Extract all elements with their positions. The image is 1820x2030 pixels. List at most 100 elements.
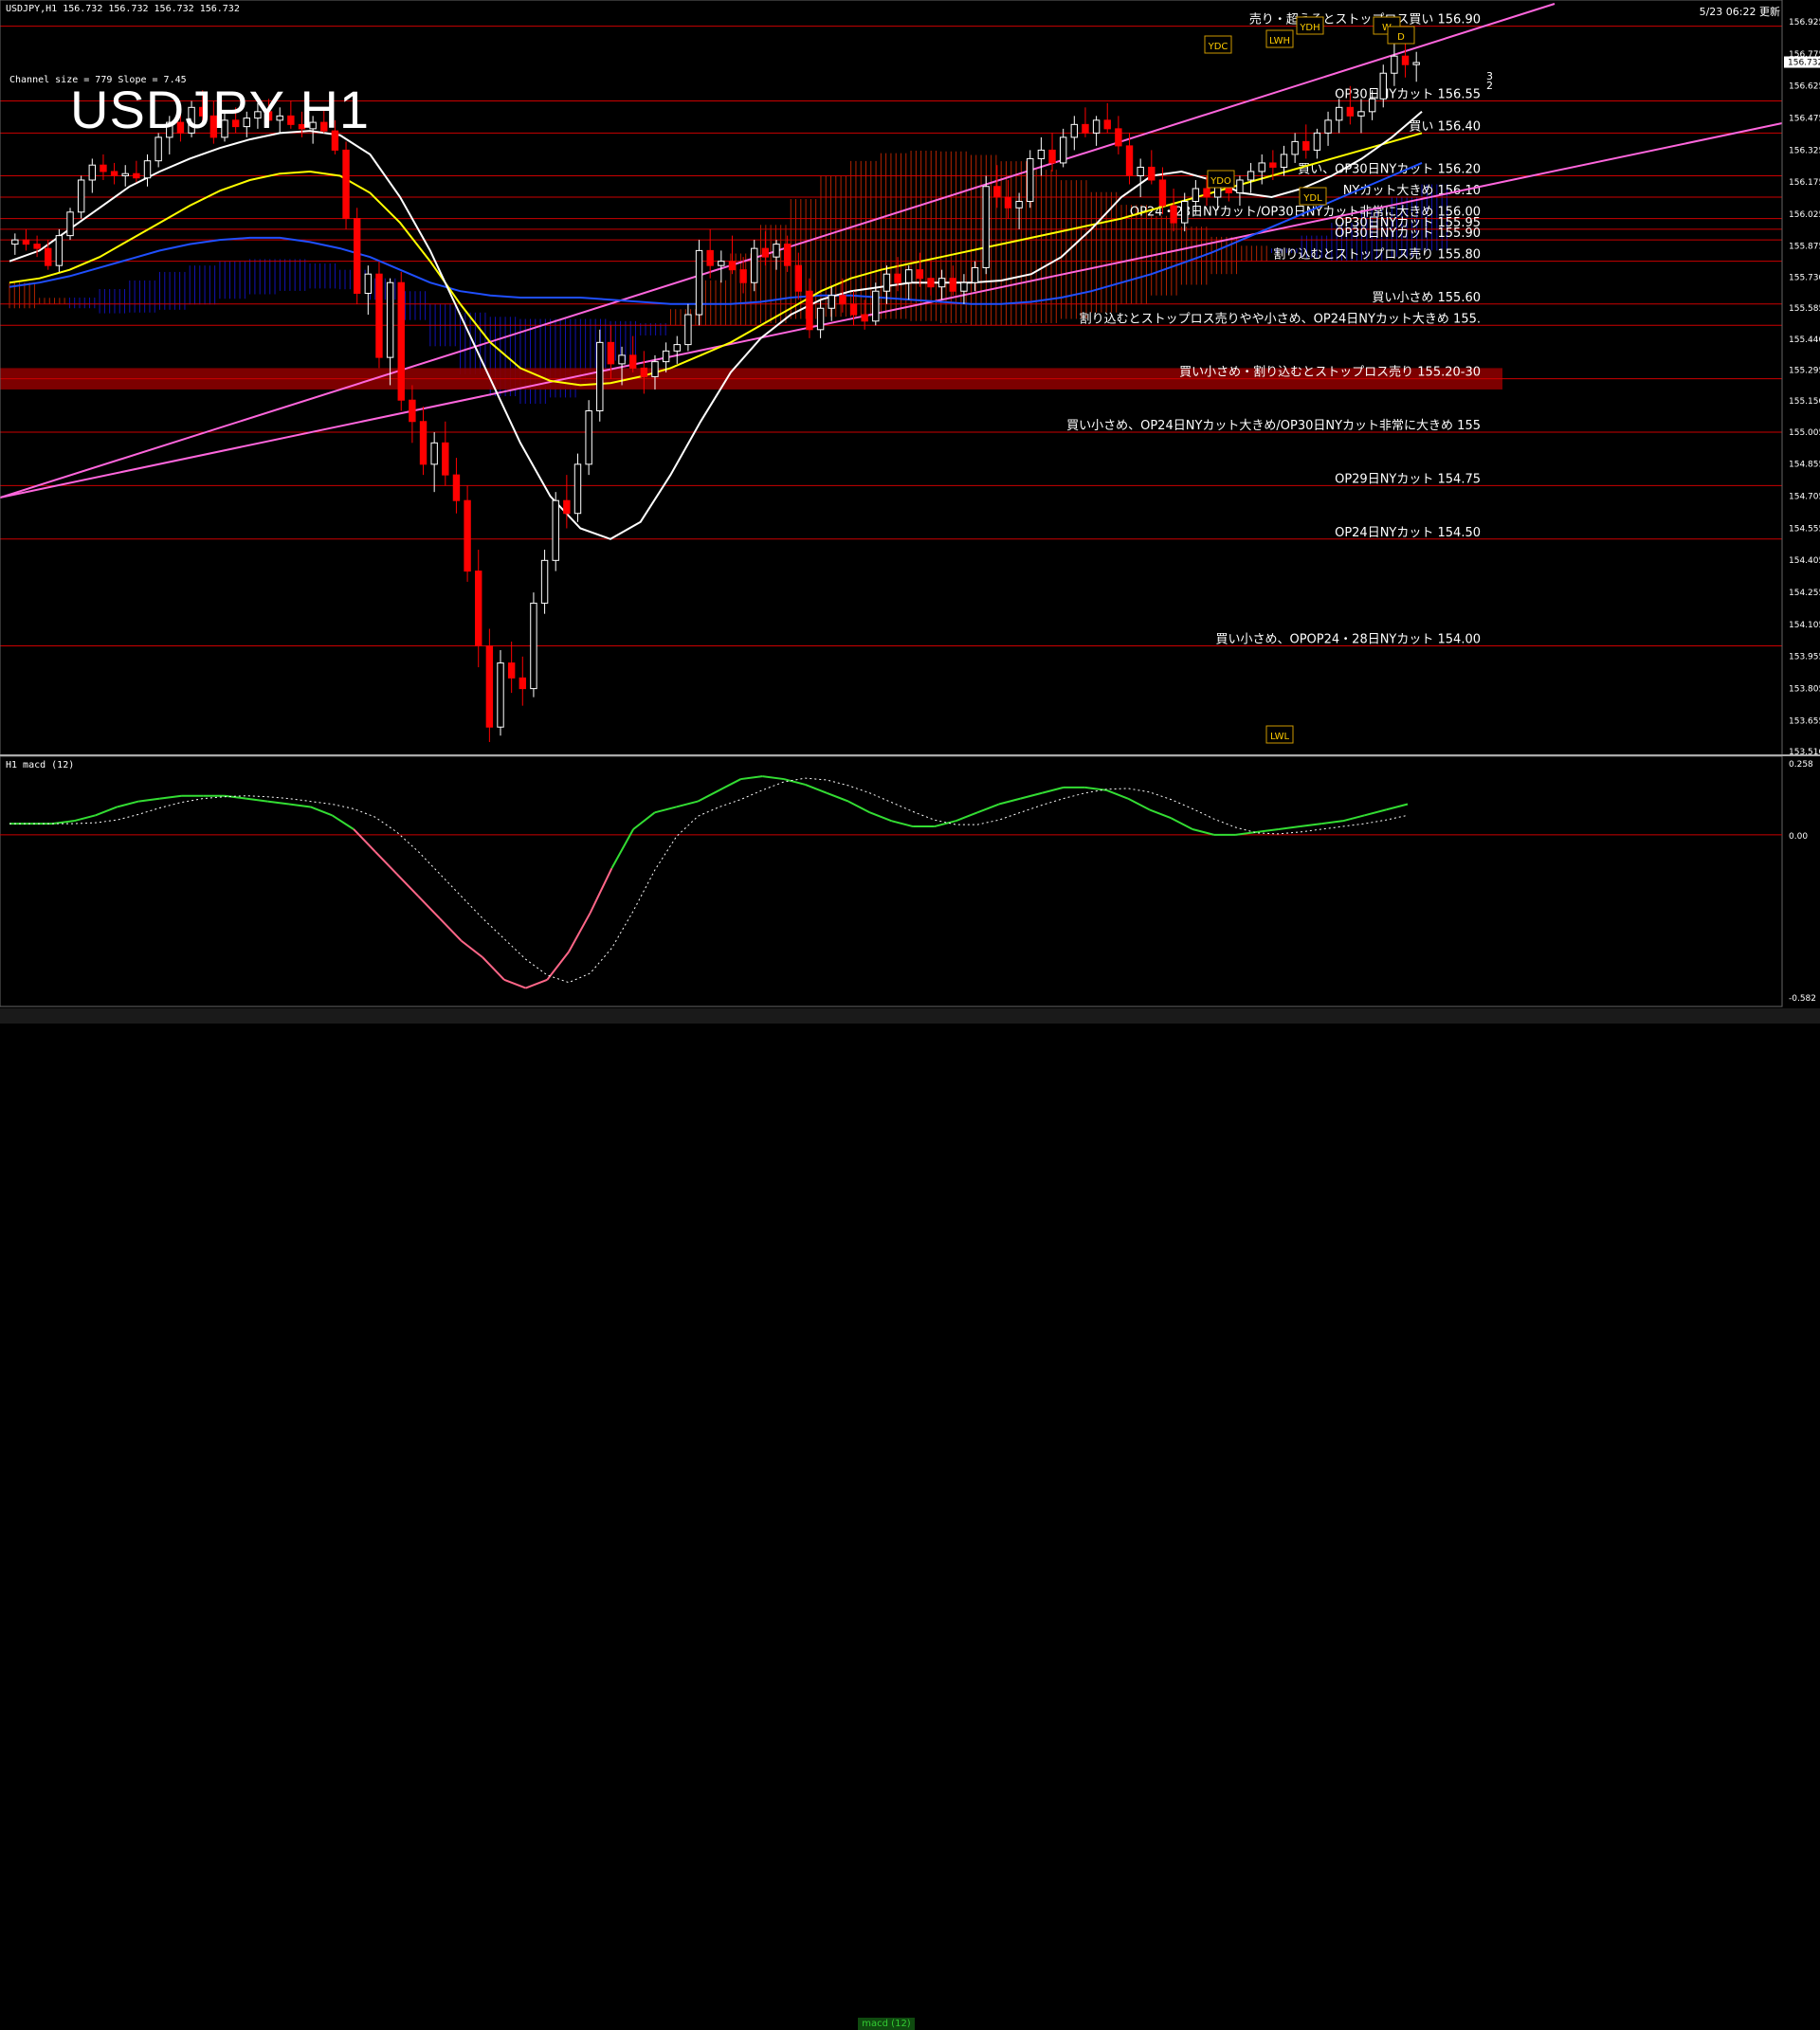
candle-body — [364, 273, 373, 294]
macd-segment — [1364, 808, 1387, 817]
macd-segment — [159, 794, 182, 800]
candle-body — [628, 354, 637, 369]
candle-body — [1192, 188, 1200, 203]
macd-segment — [740, 775, 763, 781]
level-label: 割り込むとストップロス売りやや小さめ、OP24日NYカット大きめ 155. — [1080, 311, 1481, 326]
price-tick: 153.805 — [1789, 684, 1820, 694]
price-chart[interactable]: 売り・超えるとストップロス買い 156.90 OP30日NYカット 156.55 買… — [0, 0, 1820, 1024]
candle-body — [585, 409, 592, 465]
macd-segment — [654, 806, 677, 814]
candle-body — [464, 499, 471, 572]
level-label: 買い小さめ・割り込むとストップロス売り 155.20-30 — [1179, 365, 1481, 380]
candle-body — [927, 278, 935, 288]
level-label: 買い小さめ、OP24日NYカット大きめ/OP30日NYカット非常に大きめ 155 — [1066, 419, 1481, 433]
candle-body — [552, 499, 559, 561]
macd-segment — [783, 778, 806, 786]
candle-body — [1181, 201, 1189, 224]
marker-label: D — [1397, 32, 1405, 43]
candle-body — [530, 602, 537, 690]
level-label: OP29日NYカット 154.75 — [1335, 472, 1481, 486]
candle-body — [816, 307, 825, 331]
candle-body — [937, 278, 946, 288]
macd-segment — [1192, 828, 1215, 836]
candle-body — [1335, 106, 1343, 121]
macd-segment — [525, 978, 548, 989]
candle-body — [651, 361, 659, 377]
level-label: 買い 156.40 — [1409, 119, 1481, 134]
candle-body — [607, 341, 615, 365]
candle-body — [540, 559, 549, 604]
candle-body — [806, 290, 813, 331]
candle-body — [563, 499, 571, 515]
price-tick: 155.730 — [1789, 273, 1820, 282]
macd-segment — [267, 800, 290, 806]
candle-body — [452, 474, 461, 501]
candle-body — [342, 149, 350, 220]
marker-label: YDH — [1299, 23, 1320, 33]
candle-body — [596, 341, 604, 411]
macd-segment — [1149, 808, 1172, 820]
macd-segment — [482, 956, 505, 981]
price-tick: 154.405 — [1789, 556, 1820, 566]
candle-body — [88, 164, 97, 181]
candle-body — [1412, 62, 1420, 65]
price-tick: 156.925 — [1789, 18, 1820, 27]
candle-body — [794, 264, 803, 292]
candle-body — [1269, 162, 1277, 168]
price-tick: 156.175 — [1789, 178, 1820, 188]
candle-body — [684, 314, 692, 346]
macd-segment — [246, 797, 268, 803]
candle-body — [894, 273, 901, 283]
candle-body — [1346, 106, 1355, 117]
price-tick: 156.625 — [1789, 82, 1820, 92]
candle-body — [739, 269, 747, 283]
candle-body — [110, 171, 118, 176]
timeline-scrollbar[interactable]: macd (12) — [0, 1008, 1820, 2030]
candle-body — [1059, 136, 1067, 164]
candle-body — [485, 645, 494, 728]
price-tick: 155.005 — [1789, 428, 1820, 438]
candle-body — [133, 172, 140, 179]
macd-segment — [417, 895, 441, 919]
price-tick: 155.150 — [1789, 397, 1820, 407]
price-tick: 153.655 — [1789, 716, 1820, 726]
level-label: OP30日NYカット 156.55 — [1335, 88, 1481, 102]
marker-label: LWL — [1270, 732, 1290, 742]
marker-label: YDC — [1208, 42, 1228, 52]
candle-body — [66, 211, 74, 237]
candle-body — [1379, 72, 1387, 100]
candle-body — [1015, 201, 1023, 208]
price-tick: 156.475 — [1789, 114, 1820, 123]
macd-segment — [762, 775, 785, 781]
candle-body — [993, 186, 1001, 198]
candle-body — [1280, 154, 1288, 168]
macd-segment — [1257, 827, 1279, 833]
candle-body — [1313, 132, 1321, 151]
macd-segment — [568, 912, 592, 952]
candle-body — [971, 266, 979, 283]
price-axis: 156.925156.775156.625156.475156.325156.1… — [0, 0, 1820, 1007]
macd-segment — [1386, 803, 1409, 811]
macd-segment — [976, 803, 1000, 814]
macd-segment — [138, 797, 160, 803]
macd-segment — [697, 788, 720, 803]
macd-tick: 0.00 — [1789, 832, 1808, 842]
price-tick: 154.555 — [1789, 524, 1820, 534]
macd-segment — [956, 811, 978, 823]
candle-body — [1170, 205, 1177, 224]
macd-tab[interactable]: macd (12) — [858, 2018, 915, 2030]
macd-tick: -0.582 — [1789, 994, 1816, 1004]
level-label: OP24日NYカット 154.50 — [1335, 526, 1481, 540]
chart-title: USDJPY H1 — [70, 80, 371, 139]
macd-segment — [331, 814, 355, 830]
chart-stage: 売り・超えるとストップロス買い 156.90 OP30日NYカット 156.55 買… — [0, 0, 1820, 2030]
candle-body — [1391, 55, 1398, 74]
price-tick: 154.255 — [1789, 589, 1820, 598]
candle-body — [1247, 171, 1255, 181]
candle-body — [1004, 196, 1012, 208]
candle-body — [430, 442, 438, 465]
candle-body — [45, 247, 52, 266]
channel-number: 2 — [1486, 80, 1493, 92]
macd-panel: 0.2580.00-0.5825/225/23 — [0, 760, 1816, 1022]
price-tick: 154.705 — [1789, 493, 1820, 502]
